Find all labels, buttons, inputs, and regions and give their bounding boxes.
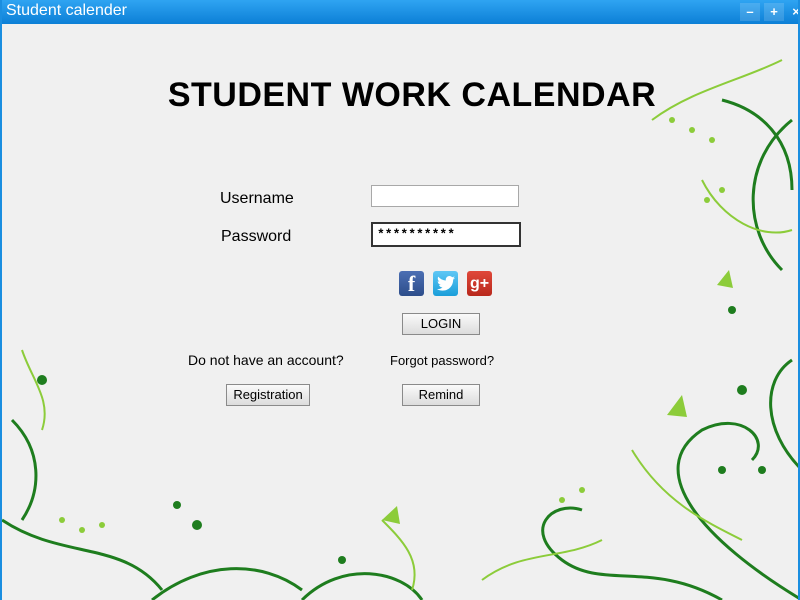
twitter-icon[interactable]: t xyxy=(433,271,458,296)
remind-button[interactable]: Remind xyxy=(402,384,480,406)
forgot-password-text: Forgot password? xyxy=(390,353,495,368)
registration-button[interactable]: Registration xyxy=(226,384,310,406)
close-button[interactable]: × xyxy=(786,3,798,21)
username-label: Username xyxy=(220,190,294,207)
username-field[interactable] xyxy=(371,185,519,207)
password-field[interactable] xyxy=(371,222,521,247)
no-account-text: Do not have an account? xyxy=(188,352,344,368)
title-bar[interactable]: Student calender – + × xyxy=(2,0,798,24)
facebook-glyph: f xyxy=(407,270,416,296)
login-button[interactable]: LOGIN xyxy=(402,313,480,335)
page-title: STUDENT WORK CALENDAR xyxy=(167,76,657,114)
google-plus-glyph: g+ xyxy=(469,274,490,292)
window-title: Student calender xyxy=(6,2,127,19)
twitter-bird-icon xyxy=(436,276,455,291)
minimize-button[interactable]: – xyxy=(740,3,760,21)
google-plus-icon[interactable]: g+ xyxy=(467,271,492,296)
maximize-button[interactable]: + xyxy=(764,3,784,21)
password-label: Password xyxy=(221,228,292,245)
app-window: Student calender – + × STUDENT WORK CALE… xyxy=(0,0,800,600)
facebook-icon[interactable]: f xyxy=(399,271,424,296)
